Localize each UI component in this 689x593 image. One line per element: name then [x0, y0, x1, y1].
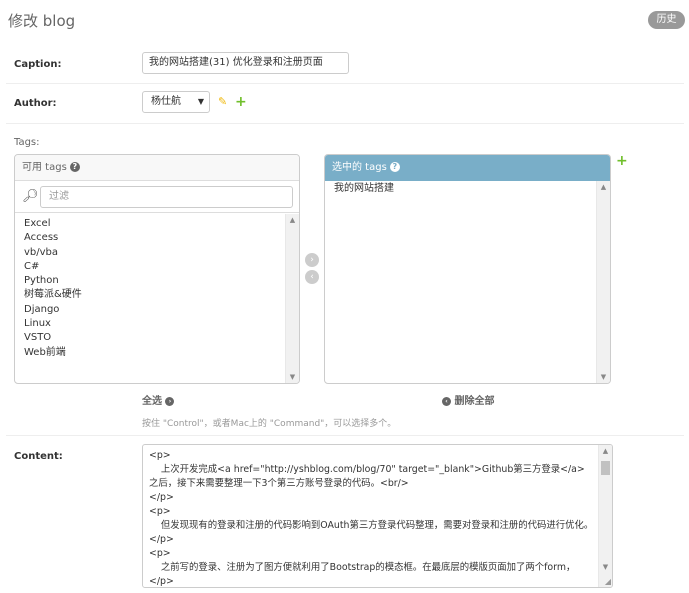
tag-option[interactable]: Web前端	[24, 346, 285, 360]
tag-option[interactable]: Excel	[24, 217, 285, 231]
scroll-down-icon[interactable]: ▼	[286, 373, 299, 381]
chosen-tag-option[interactable]: 我的网站搭建	[334, 182, 596, 196]
chosen-tags-header: 选中的 tags?	[325, 155, 610, 181]
content-label: Content:	[14, 451, 63, 462]
tag-option[interactable]: vb/vba	[24, 246, 285, 260]
caret-down-icon: ▼	[197, 97, 204, 106]
tag-filter-input[interactable]: 过滤	[40, 186, 293, 208]
choose-all-label: 全选	[142, 396, 162, 407]
tag-option[interactable]: C#	[24, 260, 285, 274]
page-title: 修改 blog	[8, 12, 76, 30]
add-tag-plus-icon[interactable]: +	[616, 154, 628, 168]
caption-row: Caption: 我的网站搭建(31) 优化登录和注册页面	[6, 44, 684, 84]
scroll-down-icon[interactable]: ▼	[599, 563, 612, 571]
tags-label: Tags:	[14, 137, 40, 148]
magnifier-icon: 🔎︎	[22, 189, 39, 204]
caption-label: Caption:	[14, 59, 62, 70]
choose-all-link[interactable]: 全选 ›	[142, 392, 175, 407]
tag-option[interactable]: VSTO	[24, 331, 285, 345]
remove-all-label: 删除全部	[454, 396, 495, 407]
arrow-right-circle-icon: ›	[165, 396, 175, 406]
question-circle-icon[interactable]: ?	[389, 162, 400, 172]
author-row: Author: 杨仕航 ▼ ✎ +	[6, 84, 684, 124]
chosen-tags-scrollbar[interactable]: ▲ ▼	[596, 181, 610, 383]
tags-help-text: 按住 "Control"，或者Mac上的 "Command"，可以选择多个。	[142, 419, 397, 429]
remove-all-link[interactable]: ‹ 删除全部	[442, 392, 494, 407]
tag-option[interactable]: 树莓派&硬件	[24, 288, 285, 302]
available-tags-scrollbar[interactable]: ▲ ▼	[285, 214, 299, 383]
question-circle-icon[interactable]: ?	[69, 162, 80, 172]
available-tags-title: 可用 tags	[22, 162, 67, 173]
filter-row: 🔎︎ 过滤	[15, 181, 299, 213]
scroll-thumb[interactable]	[601, 461, 610, 475]
arrow-right-icon[interactable]: ›	[305, 253, 319, 267]
tag-option[interactable]: Django	[24, 303, 285, 317]
content-text: <p> 上次开发完成<a href="http://yshblog.com/bl…	[149, 450, 594, 587]
author-label: Author:	[14, 98, 57, 109]
available-tags-header: 可用 tags?	[15, 155, 299, 181]
content-textarea[interactable]: <p> 上次开发完成<a href="http://yshblog.com/bl…	[142, 444, 613, 588]
tag-option[interactable]: Python	[24, 274, 285, 288]
content-scrollbar[interactable]: ▲ ▼	[598, 445, 612, 587]
content-row: Content: <p> 上次开发完成<a href="http://yshbl…	[6, 436, 684, 593]
chosen-tags-list[interactable]: 我的网站搭建	[325, 182, 596, 196]
chosen-tags-title: 选中的 tags	[332, 162, 387, 173]
tag-option[interactable]: Linux	[24, 317, 285, 331]
available-tags-box: 可用 tags? 🔎︎ 过滤 Excel Access vb/vba C# Py…	[14, 154, 300, 384]
tag-option[interactable]: Access	[24, 231, 285, 245]
pencil-icon[interactable]: ✎	[218, 95, 227, 108]
arrow-left-circle-icon: ‹	[442, 396, 451, 406]
chosen-tags-box: 选中的 tags? 我的网站搭建 ▲ ▼	[324, 154, 611, 384]
scroll-up-icon[interactable]: ▲	[597, 183, 610, 191]
tags-row: Tags: 可用 tags? 🔎︎ 过滤 Excel Access vb/vba…	[6, 124, 684, 436]
author-selected-value: 杨仕航	[151, 96, 181, 107]
author-select[interactable]: 杨仕航 ▼	[142, 91, 210, 113]
caption-input[interactable]: 我的网站搭建(31) 优化登录和注册页面	[142, 52, 349, 74]
scroll-up-icon[interactable]: ▲	[599, 447, 612, 455]
scroll-down-icon[interactable]: ▼	[597, 373, 610, 381]
resize-handle-icon[interactable]: ◢	[605, 577, 611, 586]
add-author-plus-icon[interactable]: +	[235, 95, 247, 109]
arrow-left-icon[interactable]: ‹	[305, 270, 319, 284]
available-tags-list[interactable]: Excel Access vb/vba C# Python 树莓派&硬件 Dja…	[15, 217, 285, 360]
scroll-up-icon[interactable]: ▲	[286, 216, 299, 224]
history-button[interactable]: 历史	[648, 11, 685, 29]
